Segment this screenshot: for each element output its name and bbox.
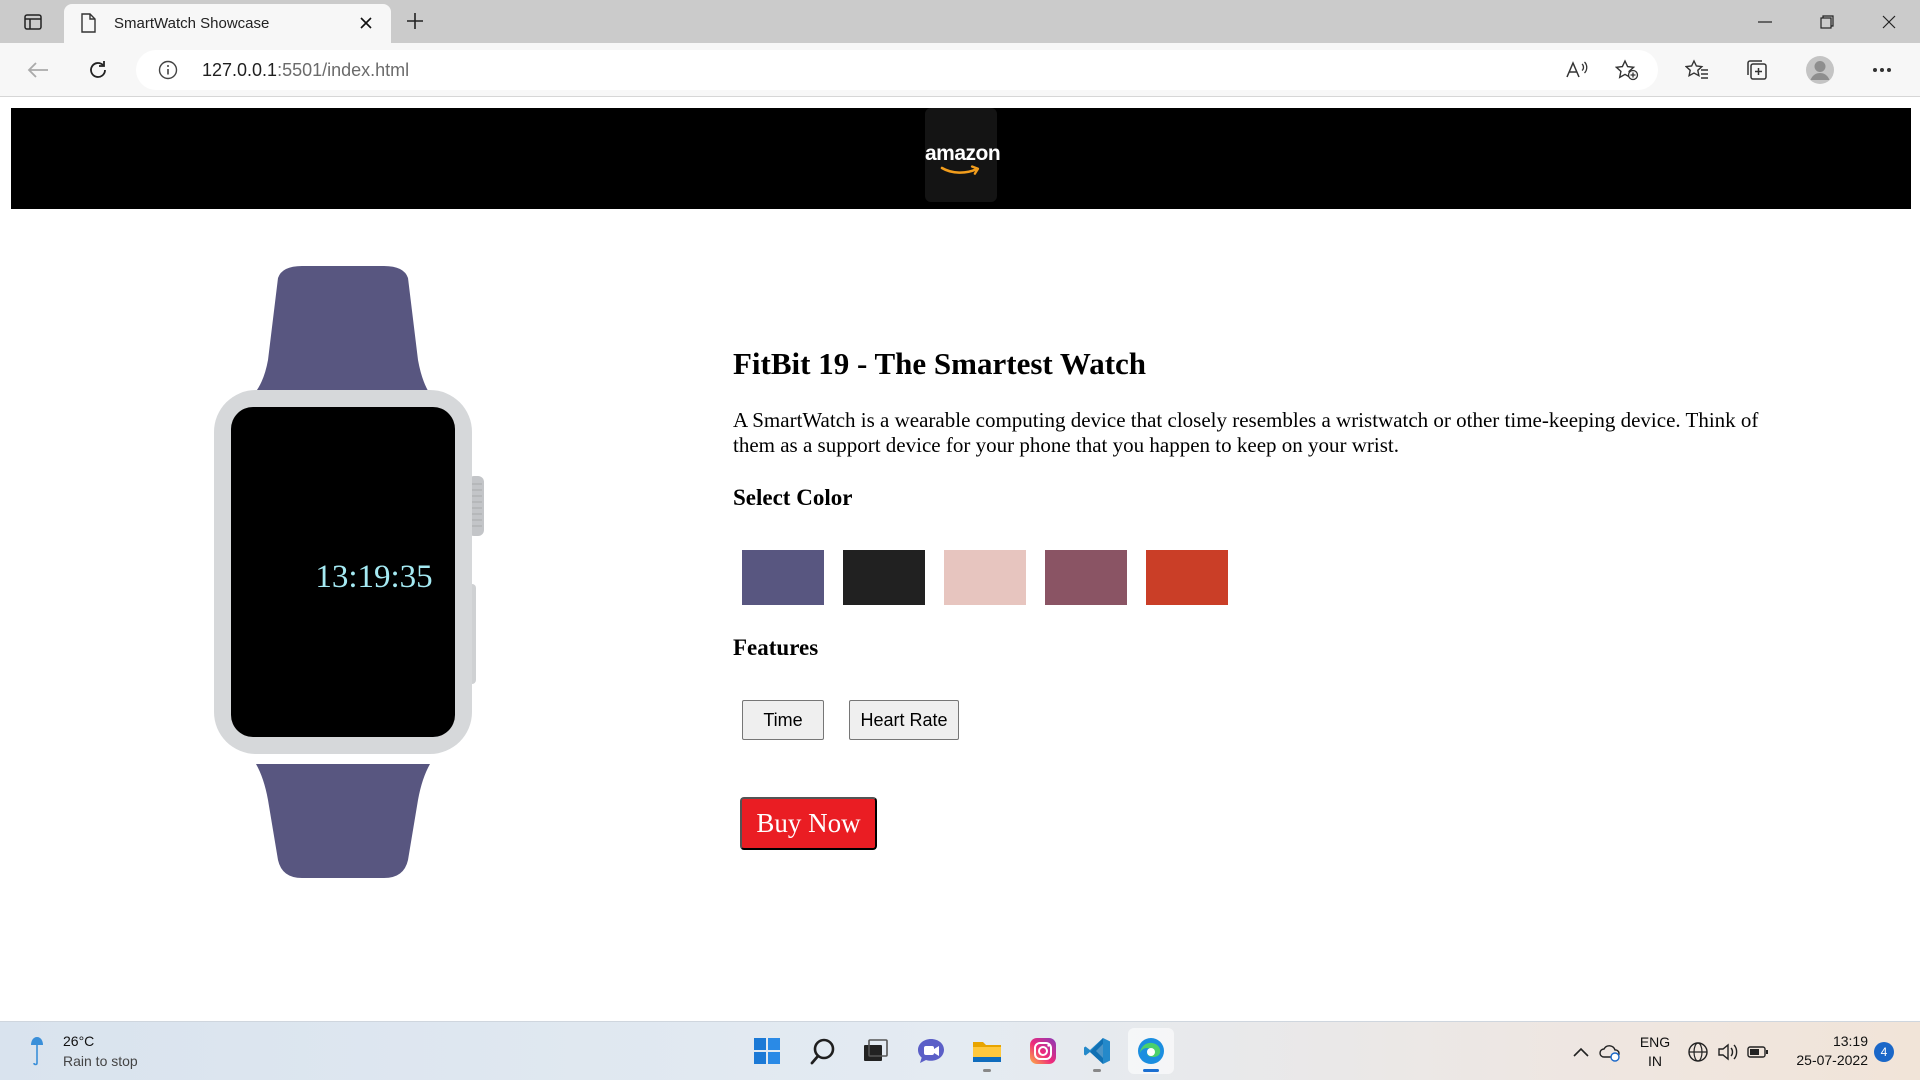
notification-badge[interactable]: 4	[1874, 1042, 1894, 1062]
watch-band-top	[254, 266, 430, 394]
volume-icon[interactable]	[1716, 1040, 1740, 1064]
profile-avatar-icon[interactable]	[1802, 52, 1838, 88]
browser-toolbar: 127.0.0.1:5501/index.html	[0, 43, 1920, 97]
new-tab-icon[interactable]	[400, 6, 430, 36]
onedrive-sync-icon[interactable]	[1598, 1040, 1622, 1064]
clock-time: 13:19	[1832, 1033, 1868, 1049]
read-aloud-icon[interactable]	[1564, 58, 1590, 82]
close-tab-icon[interactable]	[353, 10, 379, 36]
weather-temperature: 26°C	[63, 1033, 95, 1049]
feature-heart-rate-button[interactable]: Heart Rate	[849, 700, 959, 740]
address-bar[interactable]: 127.0.0.1:5501/index.html	[136, 50, 1658, 90]
refresh-icon[interactable]	[80, 52, 116, 88]
color-swatch[interactable]	[843, 550, 925, 605]
show-hidden-icons-chevron-icon[interactable]	[1569, 1040, 1593, 1064]
color-swatch[interactable]	[944, 550, 1026, 605]
feature-time-button[interactable]: Time	[742, 700, 824, 740]
clock[interactable]: 13:19 25-07-2022	[1772, 1032, 1868, 1070]
site-info-icon[interactable]	[158, 60, 178, 80]
url-text[interactable]: 127.0.0.1:5501/index.html	[202, 60, 409, 81]
minimize-icon[interactable]	[1734, 0, 1796, 43]
weather-condition: Rain to stop	[63, 1053, 138, 1069]
amazon-logo[interactable]: amazon	[925, 108, 1001, 202]
tab-actions-icon[interactable]	[16, 6, 50, 38]
browser-tab-strip: SmartWatch Showcase	[0, 0, 1920, 43]
product-description: A SmartWatch is a wearable computing dev…	[733, 408, 1759, 457]
close-window-icon[interactable]	[1858, 0, 1920, 43]
battery-icon[interactable]	[1746, 1040, 1770, 1064]
clock-date: 25-07-2022	[1796, 1052, 1868, 1068]
features-heading: Features	[733, 635, 819, 660]
file-explorer-icon[interactable]	[964, 1028, 1010, 1074]
instagram-icon[interactable]	[1020, 1028, 1066, 1074]
buy-now-button[interactable]: Buy Now	[740, 797, 877, 850]
product-title: FitBit 19 - The Smartest Watch	[733, 346, 1147, 381]
tab-title: SmartWatch Showcase	[114, 15, 270, 32]
task-view-icon[interactable]	[852, 1028, 898, 1074]
select-color-heading: Select Color	[733, 485, 853, 510]
watch-time: 13:19:35	[315, 559, 433, 595]
network-globe-icon[interactable]	[1686, 1040, 1710, 1064]
color-swatch[interactable]	[1146, 550, 1228, 605]
page-icon	[80, 13, 98, 33]
tab-smartwatch-showcase[interactable]: SmartWatch Showcase	[64, 4, 391, 43]
chat-icon[interactable]	[908, 1028, 954, 1074]
amazon-smile-icon	[940, 165, 980, 175]
favorites-icon[interactable]	[1679, 52, 1715, 88]
page-content: amazon 13:19:35 FitBit 19 - The Smartest…	[0, 98, 1920, 1021]
color-swatch[interactable]	[742, 550, 824, 605]
taskbar: 26°C Rain to stop ENG IN 13:19 25-07-202…	[0, 1021, 1920, 1080]
smartwatch-image: 13:19:35	[212, 264, 532, 880]
search-icon[interactable]	[800, 1028, 846, 1074]
umbrella-icon	[31, 1037, 43, 1066]
collections-icon[interactable]	[1739, 52, 1775, 88]
color-swatch[interactable]	[1045, 550, 1127, 605]
watch-band-bottom	[256, 764, 430, 878]
restore-icon[interactable]	[1796, 0, 1858, 43]
site-header: amazon	[11, 108, 1911, 209]
add-favorite-icon[interactable]	[1614, 58, 1640, 82]
vscode-icon[interactable]	[1074, 1028, 1120, 1074]
logo-text: amazon	[925, 142, 1001, 165]
edge-icon[interactable]	[1128, 1028, 1174, 1074]
back-arrow-icon[interactable]	[20, 52, 56, 88]
start-icon[interactable]	[744, 1028, 790, 1074]
more-options-icon[interactable]	[1864, 52, 1900, 88]
language-indicator[interactable]: ENG IN	[1637, 1033, 1673, 1071]
